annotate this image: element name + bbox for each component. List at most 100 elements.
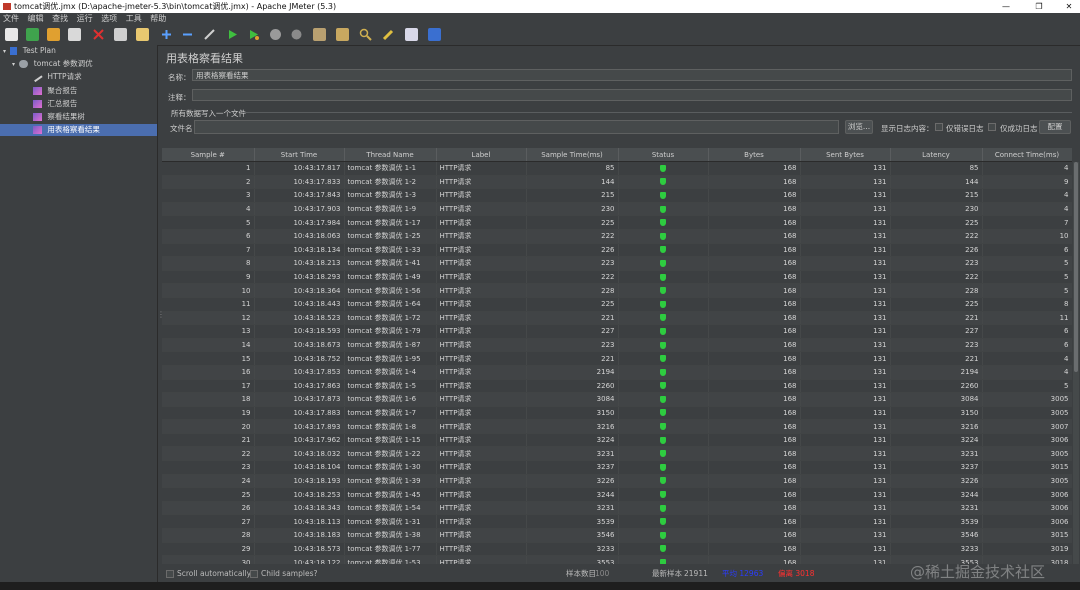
table-row[interactable]: 2 10:43:17.833 tomcat 参数调优 1-2 HTTP请求 144 168…: [162, 175, 1072, 190]
new-icon[interactable]: [5, 28, 18, 41]
clear-all-icon[interactable]: [336, 28, 349, 41]
cut-icon[interactable]: [92, 28, 105, 41]
open-icon[interactable]: [47, 28, 60, 41]
column-header[interactable]: Label: [436, 148, 527, 162]
table-cell: 4: [982, 188, 1072, 203]
tree-item-http-request[interactable]: HTTP请求: [32, 71, 153, 83]
menu-tools[interactable]: 工具: [126, 14, 142, 23]
table-row[interactable]: 25 10:43:18.253 tomcat 参数调优 1-45 HTTP请求 3244…: [162, 487, 1072, 502]
close-button[interactable]: ✕: [1058, 0, 1080, 13]
column-header[interactable]: Thread Name: [344, 148, 437, 162]
tree-item-view-results-table[interactable]: 用表格察看结果: [0, 124, 157, 136]
column-header[interactable]: Sent Bytes: [800, 148, 891, 162]
menu-run[interactable]: 运行: [77, 14, 93, 23]
column-header[interactable]: Bytes: [708, 148, 801, 162]
table-row[interactable]: 23 10:43:18.104 tomcat 参数调优 1-30 HTTP请求 3237…: [162, 460, 1072, 475]
menu-options[interactable]: 选项: [101, 14, 117, 23]
paste-icon[interactable]: [136, 28, 149, 41]
tree-item-test-plan[interactable]: ▾ Test Plan: [3, 45, 153, 57]
maximize-button[interactable]: ❐: [1028, 0, 1050, 13]
scroll-automatically-checkbox[interactable]: [166, 570, 174, 578]
menu-file[interactable]: 文件: [3, 14, 19, 23]
configure-button[interactable]: 配置: [1039, 120, 1071, 134]
table-row[interactable]: 11 10:43:18.443 tomcat 参数调优 1-64 HTTP请求 225 1…: [162, 297, 1072, 312]
menu-search[interactable]: 查找: [52, 14, 68, 23]
column-header[interactable]: Status: [618, 148, 709, 162]
table-row[interactable]: 20 10:43:17.893 tomcat 参数调优 1-8 HTTP请求 3216 1…: [162, 419, 1072, 434]
column-header[interactable]: Latency: [890, 148, 983, 162]
table-row[interactable]: 26 10:43:18.343 tomcat 参数调优 1-54 HTTP请求 3231…: [162, 501, 1072, 516]
search-icon[interactable]: [359, 28, 372, 41]
menu-help[interactable]: 帮助: [150, 14, 166, 23]
function-helper-icon[interactable]: [405, 28, 418, 41]
reset-search-icon[interactable]: [382, 28, 395, 41]
table-cell: 131: [800, 379, 891, 394]
save-icon[interactable]: [68, 28, 81, 41]
table-row[interactable]: 19 10:43:17.883 tomcat 参数调优 1-7 HTTP请求 3150 1…: [162, 406, 1072, 421]
table-cell: 9: [982, 175, 1072, 190]
table-cell: HTTP请求: [436, 460, 527, 475]
table-cell: 3237: [526, 460, 619, 475]
table-row[interactable]: 28 10:43:18.183 tomcat 参数调优 1-38 HTTP请求 3546…: [162, 528, 1072, 543]
success-shield-icon: [660, 477, 666, 485]
table-row[interactable]: 22 10:43:18.032 tomcat 参数调优 1-22 HTTP请求 3231…: [162, 446, 1072, 462]
table-row[interactable]: 5 10:43:17.984 tomcat 参数调优 1-17 HTTP请求 225 16…: [162, 215, 1072, 230]
child-samples-checkbox[interactable]: [250, 570, 258, 578]
comment-field[interactable]: [192, 89, 1072, 101]
shutdown-icon[interactable]: [290, 28, 303, 41]
table-row[interactable]: 4 10:43:17.903 tomcat 参数调优 1-9 HTTP请求 230 168…: [162, 202, 1072, 217]
table-row[interactable]: 14 10:43:18.673 tomcat 参数调优 1-87 HTTP请求 223 1…: [162, 338, 1072, 353]
table-row[interactable]: 8 10:43:18.213 tomcat 参数调优 1-41 HTTP请求 223 16…: [162, 256, 1072, 271]
clear-icon[interactable]: [313, 28, 326, 41]
minimize-button[interactable]: —: [995, 0, 1017, 13]
start-icon[interactable]: [226, 28, 239, 41]
table-row[interactable]: 24 10:43:18.193 tomcat 参数调优 1-39 HTTP请求 3226…: [162, 474, 1072, 489]
column-header[interactable]: Sample Time(ms): [526, 148, 619, 162]
copy-icon[interactable]: [114, 28, 127, 41]
table-cell: tomcat 参数调优 1-72: [344, 311, 437, 326]
table-row[interactable]: 29 10:43:18.573 tomcat 参数调优 1-77 HTTP请求 3233…: [162, 542, 1072, 557]
table-cell: 221: [890, 311, 983, 326]
tree-item-summary-report[interactable]: 汇总报告: [33, 98, 153, 110]
errors-only-checkbox[interactable]: [935, 123, 943, 131]
stop-icon[interactable]: [269, 28, 282, 41]
success-only-checkbox[interactable]: [988, 123, 996, 131]
jmeter-app-icon: [3, 3, 11, 10]
table-cell: 12: [162, 311, 255, 326]
tree-item-view-results-tree[interactable]: 察看结果树: [33, 111, 153, 123]
column-header[interactable]: Sample #: [162, 148, 255, 162]
menu-edit[interactable]: 编辑: [28, 14, 44, 23]
start-no-pause-icon[interactable]: [247, 28, 260, 41]
tree-item-aggregate-report[interactable]: 聚合报告: [33, 85, 153, 97]
scrollbar-thumb[interactable]: [1074, 162, 1078, 372]
column-header[interactable]: Start Time: [254, 148, 345, 162]
table-row[interactable]: 27 10:43:18.113 tomcat 参数调优 1-31 HTTP请求 3539…: [162, 514, 1072, 530]
column-header[interactable]: Connect Time(ms): [982, 148, 1072, 162]
table-row[interactable]: 18 10:43:17.873 tomcat 参数调优 1-6 HTTP请求 3084 1…: [162, 392, 1072, 407]
table-row[interactable]: 7 10:43:18.134 tomcat 参数调优 1-33 HTTP请求 226 16…: [162, 243, 1072, 258]
help-icon[interactable]: [428, 28, 441, 41]
table-row[interactable]: 1 10:43:17.817 tomcat 参数调优 1-1 HTTP请求 85 168 1…: [162, 161, 1072, 176]
table-row[interactable]: 16 10:43:17.853 tomcat 参数调优 1-4 HTTP请求 2194 1…: [162, 365, 1072, 380]
table-row[interactable]: 21 10:43:17.962 tomcat 参数调优 1-15 HTTP请求 3224…: [162, 433, 1072, 448]
table-row[interactable]: 12 10:43:18.523 tomcat 参数调优 1-72 HTTP请求 221 1…: [162, 311, 1072, 326]
filename-field[interactable]: [194, 120, 839, 134]
table-scrollbar[interactable]: [1073, 162, 1079, 564]
browse-button[interactable]: 浏览...: [845, 120, 873, 134]
toggle-icon[interactable]: [203, 28, 216, 41]
table-row[interactable]: 3 10:43:17.843 tomcat 参数调优 1-3 HTTP请求 215 168…: [162, 188, 1072, 203]
table-row[interactable]: 17 10:43:17.863 tomcat 参数调优 1-5 HTTP请求 2260 1…: [162, 379, 1072, 394]
table-row[interactable]: 13 10:43:18.593 tomcat 参数调优 1-79 HTTP请求 227 1…: [162, 324, 1072, 339]
table-row[interactable]: 9 10:43:18.293 tomcat 参数调优 1-49 HTTP请求 222 16…: [162, 270, 1072, 285]
tree-expand-icon[interactable]: ▾: [12, 61, 15, 68]
expand-icon[interactable]: [160, 28, 173, 41]
collapse-icon[interactable]: [181, 28, 194, 41]
sample-count-value: 100: [595, 569, 610, 578]
table-row[interactable]: 6 10:43:18.063 tomcat 参数调优 1-25 HTTP请求 222 16…: [162, 229, 1072, 244]
templates-icon[interactable]: [26, 28, 39, 41]
tree-expand-icon[interactable]: ▾: [3, 48, 6, 55]
table-row[interactable]: 15 10:43:18.752 tomcat 参数调优 1-95 HTTP请求 221 1…: [162, 351, 1072, 366]
tree-item-thread-group[interactable]: ▾ tomcat 参数调优: [12, 58, 152, 70]
name-field[interactable]: 用表格察看结果: [192, 69, 1072, 81]
table-row[interactable]: 10 10:43:18.364 tomcat 参数调优 1-56 HTTP请求 228 1…: [162, 283, 1072, 298]
